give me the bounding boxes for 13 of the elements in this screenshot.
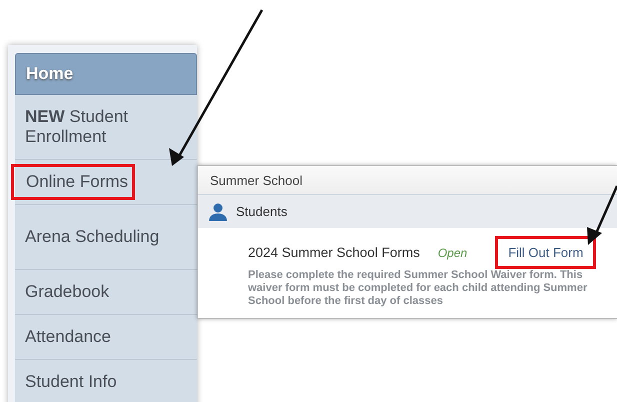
group-label: Students [236,204,288,219]
form-name: 2024 Summer School Forms [248,245,420,260]
form-description: Please complete the required Summer School Waiver form. This waiver form must be completed for each child attending Summer School before the first day of classes [248,269,588,308]
sidebar-item[interactable]: Attendance [15,315,197,360]
sidebar-item[interactable]: Student Info [15,360,197,402]
sidebar-item[interactable]: Gradebook [15,270,197,315]
pointer-arrow [587,186,617,245]
person-icon [208,202,228,220]
sidebar-item[interactable]: Arena Scheduling [15,205,197,270]
form-status: Open [438,246,468,260]
panel-title: Summer School [198,166,617,195]
fill-out-form-link[interactable]: Fill Out Form [495,236,596,269]
sidebar-item[interactable]: NEW Student Enrollment [15,95,197,160]
